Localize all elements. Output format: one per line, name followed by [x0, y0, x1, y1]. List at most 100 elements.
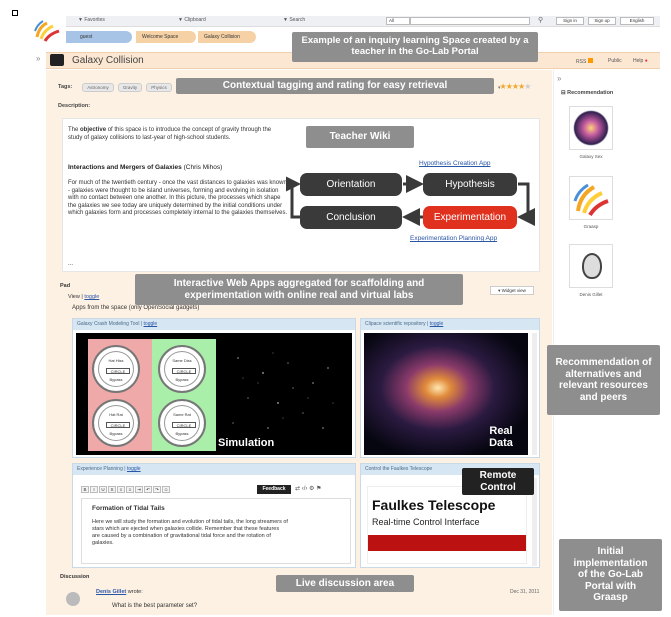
graasp-logo	[33, 17, 65, 45]
language-select[interactable]: English	[620, 17, 654, 25]
callout-web-apps: Interactive Web Apps aggregated for scaf…	[135, 274, 463, 305]
simulation-caption: Simulation	[218, 437, 275, 449]
dial-input[interactable]: CIRCLE	[172, 368, 196, 374]
dial-sublabel: Bypass	[109, 431, 123, 436]
tag-physics[interactable]: Physics	[146, 83, 172, 92]
redo-button[interactable]: ↷	[153, 486, 161, 493]
italic-button[interactable]: I	[90, 486, 98, 493]
faulkes-banner[interactable]: Faulkes Telescope Real-time Control Inte…	[367, 486, 527, 564]
tag-gravity[interactable]: Gravity	[118, 83, 142, 92]
star-field	[232, 352, 334, 429]
dial-sublabel: Bypass	[175, 377, 189, 382]
gadget-title: Experience Planning |	[77, 466, 127, 472]
rating-stars[interactable]: ▾★★★★★	[498, 82, 531, 91]
dial-label: Same Rat	[173, 412, 191, 417]
recommendation-label[interactable]: Denis Gillet	[560, 292, 622, 297]
callout-inquiry-space: Example of an inquiry learning Space cre…	[292, 32, 538, 62]
dial-sublabel: Bypass	[109, 377, 123, 382]
widget-view-button[interactable]: ▾ Widget view	[490, 286, 534, 295]
search-input[interactable]	[410, 17, 530, 25]
feedback-button[interactable]: Feedback	[257, 485, 291, 494]
recommendation-item[interactable]	[569, 244, 613, 288]
dial-control[interactable]: Same Diss CIRCLE Bypass	[158, 345, 206, 393]
breadcrumb-space[interactable]: Welcome Space	[136, 31, 196, 43]
strike-button[interactable]: S	[108, 486, 116, 493]
signin-button[interactable]: Sign in	[556, 17, 584, 25]
help-link[interactable]: Help ●	[633, 58, 648, 64]
dial-control[interactable]: Same Rat CIRCLE Bypass	[158, 399, 206, 447]
numlist-button[interactable]: ≡	[126, 486, 134, 493]
gadget-title: Clipace scientific repository |	[365, 321, 430, 327]
collapse-left-icon[interactable]: »	[36, 54, 40, 63]
dial-input-text: CIRCLE	[176, 369, 192, 374]
collapse-right-icon[interactable]: »	[557, 74, 561, 83]
clipboard-menu[interactable]: ▼ Clipboard	[178, 17, 206, 23]
recommendation-label[interactable]: Graasp	[560, 224, 622, 229]
gadget-header: Experience Planning | toggle	[73, 464, 355, 475]
underline-button[interactable]: U	[99, 486, 107, 493]
hypothesis-app-link[interactable]: Hypothesis Creation App	[419, 160, 491, 167]
tag-astronomy[interactable]: Astronomy	[82, 83, 114, 92]
wiki-text: The	[68, 127, 81, 133]
dial-control[interactable]: Hat Rat CIRCLE Bypass	[92, 399, 140, 447]
editor-area[interactable]: Formation of Tidal Tails Here we will st…	[81, 498, 351, 564]
dial-input[interactable]: CIRCLE	[106, 422, 130, 428]
undo-button[interactable]: ↶	[144, 486, 152, 493]
scrollbar[interactable]	[532, 333, 537, 455]
discussion-date: Dec 31, 2011	[510, 589, 540, 595]
editor-heading: Formation of Tidal Tails	[92, 505, 165, 512]
recommendation-item[interactable]	[569, 176, 613, 220]
space-thumbnail	[50, 54, 64, 66]
callout-teacher-wiki: Teacher Wiki	[306, 126, 414, 148]
page-title: Galaxy Collision	[72, 55, 144, 66]
pad-label: Pad	[60, 283, 71, 289]
rss-icon	[587, 58, 593, 63]
recommendation-item[interactable]	[569, 106, 613, 150]
gadget-toggle-link[interactable]: toggle	[127, 466, 141, 472]
gadget-crash-model: Galaxy Crash Modeling Tool | toggle Hat …	[72, 318, 356, 458]
discussion-author-link[interactable]: Denis Gillet	[96, 589, 126, 595]
emoji-button[interactable]: ☺	[162, 486, 170, 493]
breadcrumb-page[interactable]: Galaxy Collision	[198, 31, 256, 43]
wiki-author: (Chris Mihos)	[181, 164, 223, 171]
rss-link[interactable]: RSS	[576, 58, 593, 65]
experimentation-app-link[interactable]: Experimentation Planning App	[410, 235, 497, 242]
bold-button[interactable]: B	[81, 486, 89, 493]
wiki-heading-text: Interactions and Mergers of Galaxies	[68, 164, 182, 171]
search-icon[interactable]: ⚲	[538, 16, 543, 24]
gadget-toggle-link[interactable]: toggle	[144, 321, 158, 327]
recommendation-label[interactable]: Galaxy Sex	[560, 154, 622, 159]
editor-extra-icons[interactable]: ⇄ ‹/› ⚙ ⚑	[295, 485, 321, 492]
wiki-objective: The objective of this space is to introd…	[68, 127, 286, 142]
public-link[interactable]: Public	[608, 58, 622, 64]
recommendation-toggle-icon[interactable]: ⊟	[561, 90, 566, 96]
flow-arrows	[286, 175, 535, 226]
recommendation-title-text: Recommendation	[567, 90, 614, 96]
simulation-canvas[interactable]: Hat Hiss CIRCLE Bypass Same Diss CIRCLE Bypa…	[76, 333, 352, 455]
pad-view: View | toggle	[68, 294, 99, 300]
gadget-toggle-link[interactable]: toggle	[430, 321, 444, 327]
gadget-title: Galaxy Crash Modeling Tool |	[77, 321, 144, 327]
graasp-icon	[573, 183, 609, 217]
dial-input[interactable]: CIRCLE	[172, 422, 196, 428]
tags-label: Tags:	[58, 84, 73, 90]
scope-select[interactable]: All	[386, 17, 410, 25]
gadget-repository: Clipace scientific repository | toggle R…	[360, 318, 540, 458]
dial-control[interactable]: Hat Hiss CIRCLE Bypass	[92, 345, 140, 393]
dropdown-icon: ▾	[498, 85, 500, 91]
dial-input-text: CIRCLE	[176, 423, 192, 428]
signup-button[interactable]: Sign up	[588, 17, 616, 25]
breadcrumb-user[interactable]: guest	[66, 31, 132, 43]
dial-label: Same Diss	[172, 358, 192, 363]
dial-input[interactable]: CIRCLE	[106, 368, 130, 374]
gadget-header: Clipace scientific repository | toggle	[361, 319, 539, 330]
list-button[interactable]: ≡	[117, 486, 125, 493]
pad-toggle-link[interactable]: toggle	[84, 294, 99, 300]
indent-button[interactable]: ⇥	[135, 486, 143, 493]
favorites-menu[interactable]: ▼ Favorites	[78, 17, 105, 23]
faulkes-subtitle: Real-time Control Interface	[372, 517, 480, 527]
wiki-more: ...	[68, 261, 74, 267]
search-menu[interactable]: ▼ Search	[283, 17, 305, 23]
faulkes-title: Faulkes Telescope	[372, 497, 496, 513]
apps-title: Apps from the space (only OpenSocial gad…	[72, 305, 200, 311]
